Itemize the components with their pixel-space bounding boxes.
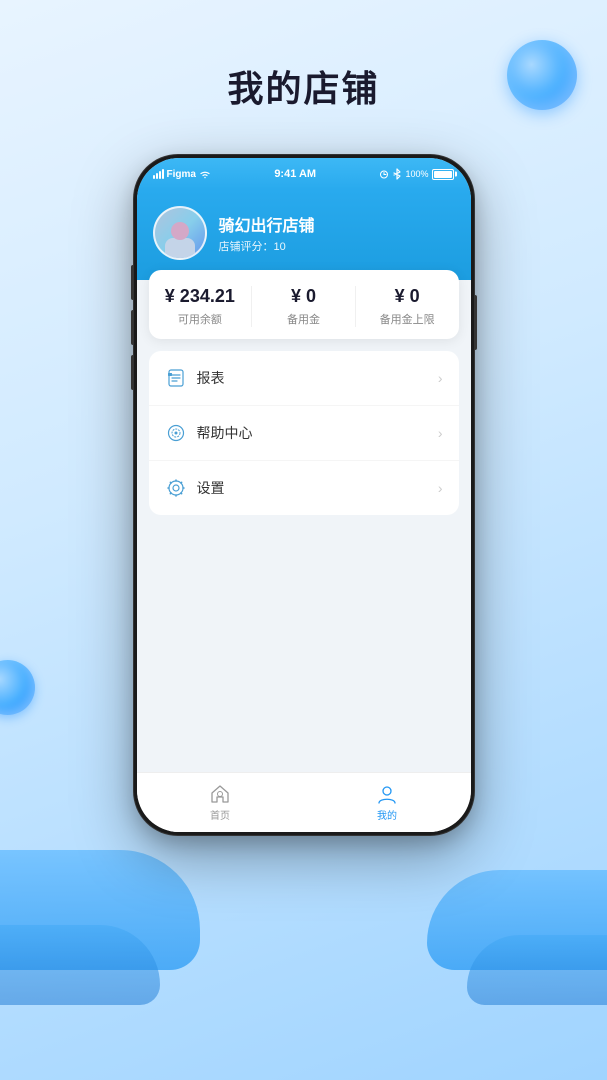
store-text: 骑幻出行店铺 店铺评分：10 — [219, 212, 315, 254]
menu-help-label: 帮助中心 — [197, 423, 438, 443]
person-icon — [376, 783, 398, 805]
battery-fill — [434, 171, 452, 178]
battery-label: 100% — [405, 169, 428, 179]
nav-item-mine[interactable]: 我的 — [356, 777, 418, 828]
avatar — [153, 206, 207, 260]
store-rating-label: 店铺评分： — [219, 241, 274, 253]
bottom-nav: 首页 我的 — [137, 772, 471, 832]
store-rating-value: 10 — [274, 241, 286, 253]
balance-reserve-limit: ¥ 0 备用金上限 — [356, 286, 459, 327]
battery-icon — [432, 169, 454, 180]
nav-home-label: 首页 — [210, 807, 230, 822]
page-title: 我的店铺 — [0, 60, 607, 112]
wave-decoration-bottom-left-2 — [0, 925, 160, 1005]
status-left: Figma — [153, 169, 211, 180]
phone-frame: Figma 9:41 AM — [134, 155, 474, 835]
balance-available-label: 可用余额 — [149, 311, 252, 327]
report-icon — [165, 367, 187, 389]
reports-arrow-icon: › — [438, 370, 443, 386]
avatar-image — [165, 220, 195, 258]
carrier-label: Figma — [167, 169, 196, 180]
content-area — [137, 515, 471, 772]
menu-list: 报表 › 帮助中心 › — [149, 351, 459, 515]
phone-mockup: Figma 9:41 AM — [134, 155, 474, 835]
status-bar: Figma 9:41 AM — [137, 158, 471, 190]
menu-settings-label: 设置 — [197, 478, 438, 498]
wave-decoration-bottom-right-2 — [467, 935, 607, 1005]
nav-mine-label: 我的 — [377, 807, 397, 822]
phone-screen: Figma 9:41 AM — [137, 158, 471, 832]
balance-reserve-amount: ¥ 0 — [252, 286, 355, 307]
store-name: 骑幻出行店铺 — [219, 212, 315, 236]
balance-available-amount: ¥ 234.21 — [149, 286, 252, 307]
balance-reserve-limit-amount: ¥ 0 — [356, 286, 459, 307]
alarm-icon — [379, 169, 389, 179]
signal-bars-icon — [153, 169, 164, 179]
nav-item-home[interactable]: 首页 — [189, 777, 251, 828]
menu-item-settings[interactable]: 设置 › — [149, 461, 459, 515]
balance-reserve: ¥ 0 备用金 — [252, 286, 356, 327]
balance-reserve-label: 备用金 — [252, 311, 355, 327]
menu-reports-label: 报表 — [197, 368, 438, 388]
store-rating: 店铺评分：10 — [219, 238, 315, 254]
store-info: 骑幻出行店铺 店铺评分：10 — [153, 206, 455, 260]
home-icon — [209, 783, 231, 805]
balance-reserve-limit-label: 备用金上限 — [356, 311, 459, 327]
menu-item-reports[interactable]: 报表 › — [149, 351, 459, 406]
app-header: 骑幻出行店铺 店铺评分：10 — [137, 190, 471, 280]
settings-arrow-icon: › — [438, 480, 443, 496]
help-icon — [165, 422, 187, 444]
wifi-icon — [199, 169, 211, 179]
bluetooth-icon — [393, 168, 401, 180]
balance-available: ¥ 234.21 可用余额 — [149, 286, 253, 327]
balance-card: ¥ 234.21 可用余额 ¥ 0 备用金 ¥ 0 备用金上限 — [149, 270, 459, 339]
settings-icon — [165, 477, 187, 499]
status-time: 9:41 AM — [274, 168, 316, 180]
decorative-bubble-left — [0, 660, 35, 715]
status-right: 100% — [379, 168, 454, 180]
help-arrow-icon: › — [438, 425, 443, 441]
avatar-body — [165, 238, 195, 258]
menu-item-help[interactable]: 帮助中心 › — [149, 406, 459, 461]
avatar-head — [171, 222, 189, 240]
